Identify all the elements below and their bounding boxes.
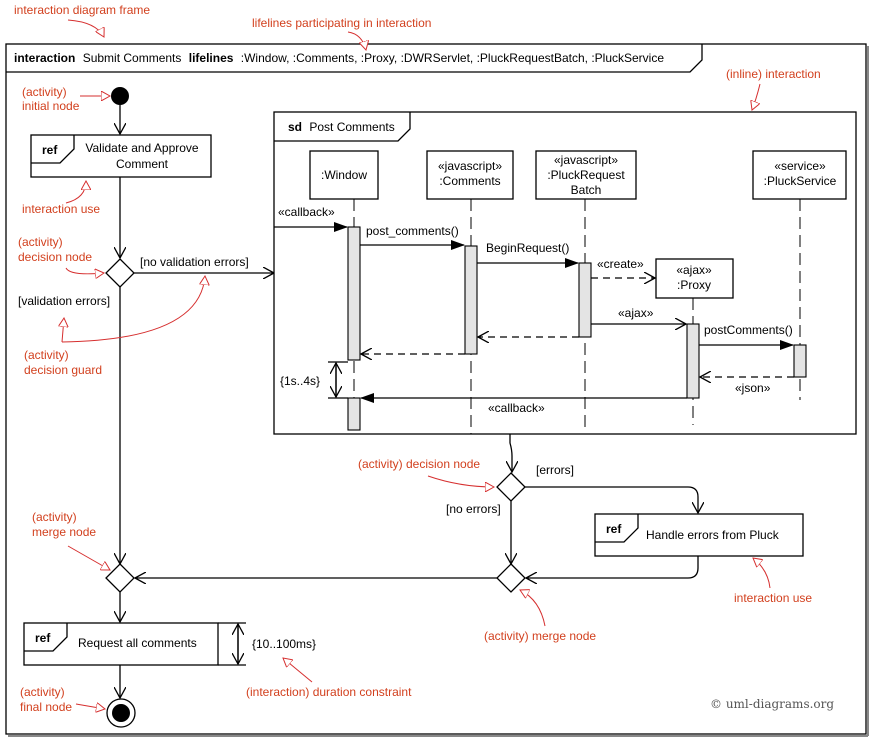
lifeline-comments-stereotype: «javascript» (438, 159, 502, 173)
final-node[interactable] (106, 698, 136, 728)
activation-service (793, 344, 807, 378)
lifeline-batch-name2: Batch (571, 183, 602, 197)
ref-handle-errors[interactable]: ref Handle errors from Pluck (594, 513, 804, 557)
lifeline-service-stereotype: «service» (774, 159, 826, 173)
lifeline-proxy-stereotype: «ajax» (676, 263, 712, 277)
lifeline-service-name: :PluckService (764, 174, 837, 188)
copyright-text: © uml-diagrams.org (710, 697, 834, 711)
annotation-guard-2: decision guard (24, 363, 102, 377)
ref-validate-line1: Validate and Approve (85, 141, 199, 155)
annotation-inline-interaction: (inline) interaction (726, 67, 821, 81)
message-post-comments-label: post_comments() (366, 224, 459, 238)
ref-request-all-label: Request all comments (78, 636, 197, 650)
message-callback-in-label: «callback» (278, 205, 335, 219)
frame-keyword-lifelines: lifelines (189, 51, 234, 65)
activation-comments (464, 245, 478, 355)
annotation-merge-2: merge node (32, 525, 96, 539)
initial-node[interactable] (111, 87, 129, 105)
annotation-final-1: (activity) (20, 685, 65, 699)
annotation-decision-1: (activity) (18, 235, 63, 249)
annotation-lifelines: lifelines participating in interaction (252, 16, 431, 30)
annotation-frame: interaction diagram frame (14, 3, 150, 17)
uml-interaction-overview-diagram: interaction Submit Comments lifelines :W… (5, 3, 869, 737)
duration-constraint-sd-label: {1s..4s} (280, 374, 320, 388)
lifeline-comments-name: :Comments (439, 174, 500, 188)
lifeline-proxy-name: :Proxy (677, 278, 711, 292)
sd-keyword: sd (288, 120, 302, 134)
message-json-label: «json» (735, 381, 771, 395)
annotation-decision-full: (activity) decision node (358, 457, 480, 471)
annotation-interaction-use-2: interaction use (734, 591, 812, 605)
activation-window-2 (347, 397, 361, 431)
frame-keyword-interaction: interaction (14, 51, 75, 65)
lifeline-batch-name: :PluckRequest (547, 168, 625, 182)
guard-errors: [errors] (536, 463, 574, 477)
annotation-duration: (interaction) duration constraint (246, 685, 412, 699)
message-create-label: «create» (597, 257, 644, 271)
annotation-final-2: final node (20, 700, 72, 714)
ref-keyword-3: ref (35, 631, 51, 645)
sd-header: sd Post Comments (288, 120, 395, 134)
annotation-initial-2: initial node (22, 99, 80, 113)
ref-handle-errors-label: Handle errors from Pluck (646, 528, 780, 542)
guard-validation-errors: [validation errors] (18, 294, 110, 308)
message-callback-return-label: «callback» (488, 401, 545, 415)
lifeline-window-name: :Window (321, 168, 367, 182)
ref-validate-line2: Comment (116, 157, 169, 171)
lifeline-batch-stereotype: «javascript» (554, 153, 618, 167)
annotation-frame-arrow (67, 19, 104, 37)
frame-header: interaction Submit Comments lifelines :W… (14, 51, 664, 65)
ref-keyword-2: ref (606, 522, 622, 536)
annotation-initial-1: (activity) (22, 85, 67, 99)
message-post-comments-service-label: postComments() (704, 323, 793, 337)
activation-window-1 (347, 226, 361, 361)
activation-batch (578, 262, 592, 338)
sd-name: Post Comments (309, 120, 394, 134)
annotation-merge-full: (activity) merge node (484, 629, 596, 643)
frame-lifelines: :Window, :Comments, :Proxy, :DWRServlet,… (241, 51, 665, 65)
guard-no-errors: [no errors] (446, 502, 501, 516)
annotation-decision-2: decision node (18, 250, 92, 264)
annotation-guard-1: (activity) (24, 348, 69, 362)
ref-request-all-comments[interactable]: ref Request all comments (23, 622, 246, 666)
annotation-interaction-use-1: interaction use (22, 202, 100, 216)
annotation-merge-1: (activity) (32, 510, 77, 524)
ref-keyword: ref (42, 143, 58, 157)
guard-no-validation-errors: [no validation errors] (140, 255, 249, 269)
activation-proxy (686, 323, 700, 399)
ref-validate-and-approve[interactable]: ref Validate and Approve Comment (30, 134, 212, 178)
message-ajax-label: «ajax» (618, 306, 654, 320)
duration-constraint-activity-label: {10..100ms} (252, 637, 316, 651)
message-begin-request-label: BeginRequest() (486, 241, 569, 255)
frame-name: Submit Comments (83, 51, 182, 65)
